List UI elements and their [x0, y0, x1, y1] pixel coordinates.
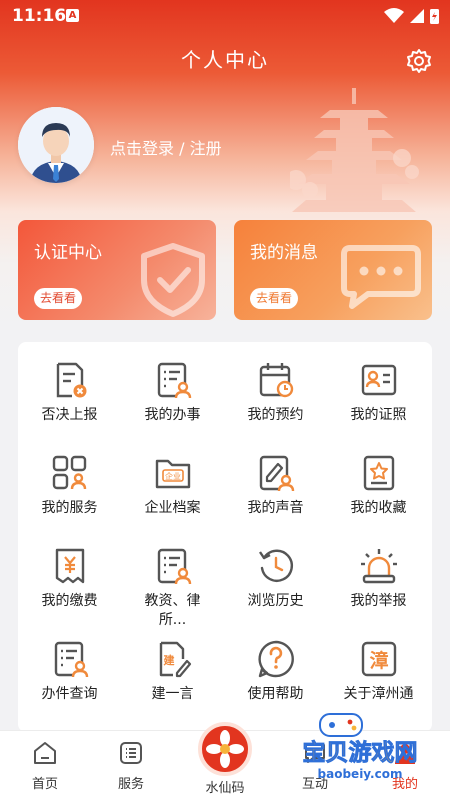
- grid-item-label: 我的声音: [247, 500, 304, 516]
- grid-item-label: 我的举报: [350, 593, 407, 609]
- home-icon: [34, 742, 56, 764]
- grid-item-suggestion[interactable]: 建 建一言: [121, 639, 224, 704]
- page-title: 个人中心: [181, 48, 269, 72]
- grid-item-my-reports[interactable]: 我的举报: [327, 546, 430, 611]
- doc-edit-icon: 建: [159, 641, 191, 678]
- grid-item-label: 我的收藏: [350, 500, 407, 516]
- watermark: 宝贝游戏网 baobeiy.com: [302, 713, 418, 781]
- settings-gear-icon[interactable]: [406, 48, 432, 74]
- grid-item-my-voice[interactable]: 我的声音: [224, 453, 327, 518]
- grid-item-my-affairs[interactable]: 我的办事: [121, 360, 224, 425]
- grid-item-browse-history[interactable]: 浏览历史: [224, 546, 327, 611]
- grid-item-about-app[interactable]: 漳 关于漳州通: [327, 639, 430, 704]
- notification-a-icon: A: [66, 9, 79, 22]
- grid-item-label: 建一言: [151, 686, 194, 702]
- function-grid: 否决上报 我的办事 我的预约 我的证照 我的服务 企业 企业档案 我的声音 我的…: [18, 342, 432, 732]
- grid-item-label: 我的缴费: [41, 593, 98, 609]
- folder-enterprise-icon: 企业: [155, 459, 190, 489]
- grid-item-my-services[interactable]: 我的服务: [18, 453, 121, 518]
- list-user-icon: [54, 641, 88, 678]
- status-time: 11:16: [12, 6, 67, 26]
- list-user-icon: [157, 548, 191, 585]
- grid-user-icon: [52, 455, 86, 490]
- message-bubble-icon: [341, 245, 421, 309]
- edit-user-icon: [259, 455, 294, 492]
- grid-item-label: 我的服务: [41, 500, 98, 516]
- svg-text:漳: 漳: [369, 649, 388, 672]
- view-button[interactable]: 去看看: [250, 288, 299, 309]
- grid-item-label: 教资、律所...: [144, 593, 201, 628]
- grid-item-my-favorites[interactable]: 我的收藏: [327, 453, 430, 518]
- grid-item-label: 企业档案: [144, 500, 201, 516]
- tab-label: 首页: [31, 777, 58, 792]
- grid-item-label: 否决上报: [41, 407, 98, 423]
- signal-icon: [410, 9, 424, 23]
- tab-home[interactable]: 首页: [0, 731, 90, 800]
- grid-item-teacher-lawyer[interactable]: 教资、律所...: [121, 546, 224, 630]
- help-icon: [257, 640, 294, 678]
- alarm-light-icon: [360, 549, 397, 584]
- shield-check-icon: [141, 243, 205, 317]
- grid-item-label: 我的证照: [350, 407, 407, 423]
- grid-item-help[interactable]: 使用帮助: [224, 639, 327, 704]
- svg-text:建: 建: [163, 653, 175, 667]
- grid-item-veto-report[interactable]: 否决上报: [18, 360, 121, 425]
- tab-narcissus-code[interactable]: [198, 722, 252, 776]
- grid-item-my-licenses[interactable]: 我的证照: [327, 360, 430, 425]
- doc-reject-icon: [56, 362, 86, 398]
- grid-item-label: 我的预约: [247, 407, 304, 423]
- id-card-icon: [361, 364, 396, 396]
- service-list-icon: [120, 742, 142, 764]
- grid-item-label: 关于漳州通: [343, 686, 414, 702]
- status-bar: 11:16 A: [0, 0, 450, 32]
- system-icons: [382, 6, 442, 31]
- card-title: 我的消息: [250, 243, 318, 263]
- tab-label: 水仙码: [205, 781, 245, 796]
- narcissus-icon: [206, 730, 244, 768]
- grid-item-label: 我的办事: [144, 407, 201, 423]
- calendar-clock-icon: [259, 363, 293, 398]
- avatar[interactable]: [18, 107, 94, 183]
- gamepad-icon: [319, 713, 363, 737]
- yuan-receipt-icon: [55, 548, 84, 584]
- list-user-icon: [157, 362, 191, 399]
- pagoda-illustration: [290, 88, 419, 212]
- view-button[interactable]: 去看看: [34, 288, 83, 309]
- grid-item-my-payments[interactable]: 我的缴费: [18, 546, 121, 611]
- grid-item-case-query[interactable]: 办件查询: [18, 639, 121, 704]
- grid-item-label: 使用帮助: [247, 686, 304, 702]
- verification-center-card[interactable]: 认证中心 去看看: [18, 220, 216, 320]
- login-register-link[interactable]: 点击登录 / 注册: [110, 135, 222, 159]
- grid-item-label: 浏览历史: [247, 593, 304, 609]
- tab-label: 服务: [117, 777, 144, 792]
- my-messages-card[interactable]: 我的消息 去看看: [234, 220, 432, 320]
- tab-services[interactable]: 服务: [86, 731, 176, 800]
- grid-item-enterprise-archive[interactable]: 企业 企业档案: [121, 453, 224, 518]
- svg-text:企业: 企业: [165, 471, 181, 481]
- card-title: 认证中心: [34, 243, 102, 263]
- wifi-icon: [384, 8, 404, 23]
- star-box-icon: [363, 455, 394, 491]
- zhang-seal-icon: 漳: [361, 641, 396, 677]
- watermark-sub: baobeiy.com: [318, 767, 403, 781]
- grid-item-my-appointments[interactable]: 我的预约: [224, 360, 327, 425]
- grid-item-label: 办件查询: [41, 686, 98, 702]
- history-icon: [258, 549, 293, 582]
- watermark-main: 宝贝游戏网: [303, 739, 418, 766]
